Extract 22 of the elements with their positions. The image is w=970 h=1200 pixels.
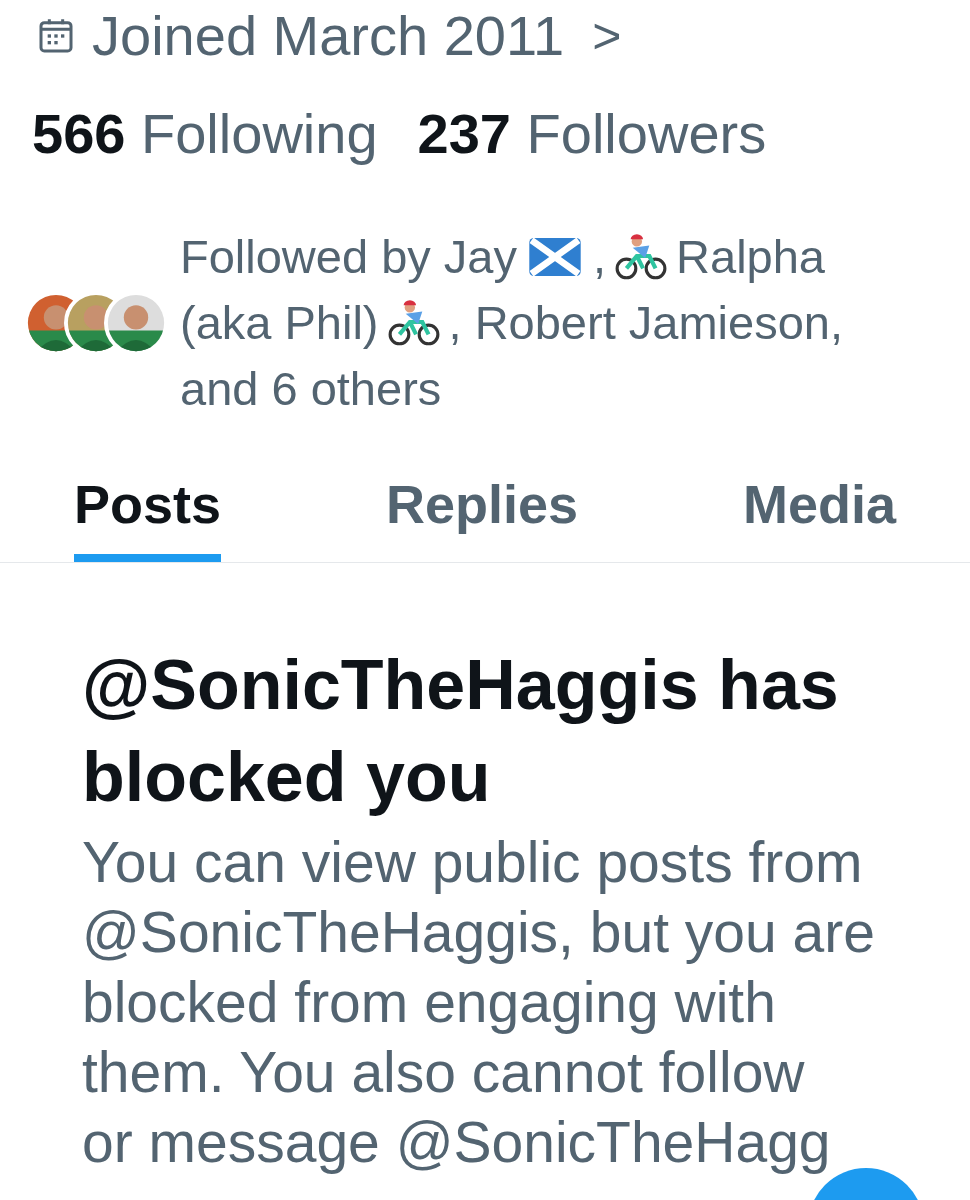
- tab[interactable]: Posts: [74, 474, 222, 562]
- joined-date: Joined March 2011: [92, 6, 565, 66]
- chevron-icon[interactable]: >: [592, 6, 622, 66]
- tab[interactable]: Replies: [385, 474, 579, 562]
- blocked-message-line: them. You also cannot follow: [82, 1039, 805, 1106]
- followers-text: ,: [593, 229, 607, 285]
- flag-icon: [529, 238, 581, 276]
- followers-text: Followed by Jay: [180, 229, 517, 285]
- followers-text: Ralpha: [676, 229, 825, 285]
- stat-link[interactable]: 237 Followers: [417, 102, 767, 166]
- followers-text: , Robert Jamieson,: [448, 295, 843, 351]
- tab[interactable]: Media: [742, 474, 896, 562]
- blocked-message-line: blocked from engaging with: [82, 969, 776, 1036]
- blocked-heading: @SonicTheHaggis has blocked you: [82, 645, 840, 818]
- followers-text: and 6 others: [180, 361, 442, 417]
- blocked-message-line: or message @SonicTheHagg: [82, 1109, 831, 1176]
- stat-link[interactable]: 566 Following: [32, 102, 378, 166]
- followers-text: (aka Phil): [180, 295, 379, 351]
- blocked-message-line: @SonicTheHaggis, but you are: [82, 899, 875, 966]
- blocked-message-line: You can view public posts from: [82, 829, 863, 896]
- cyclist-icon: [614, 233, 669, 281]
- cyclist-icon: [386, 299, 441, 347]
